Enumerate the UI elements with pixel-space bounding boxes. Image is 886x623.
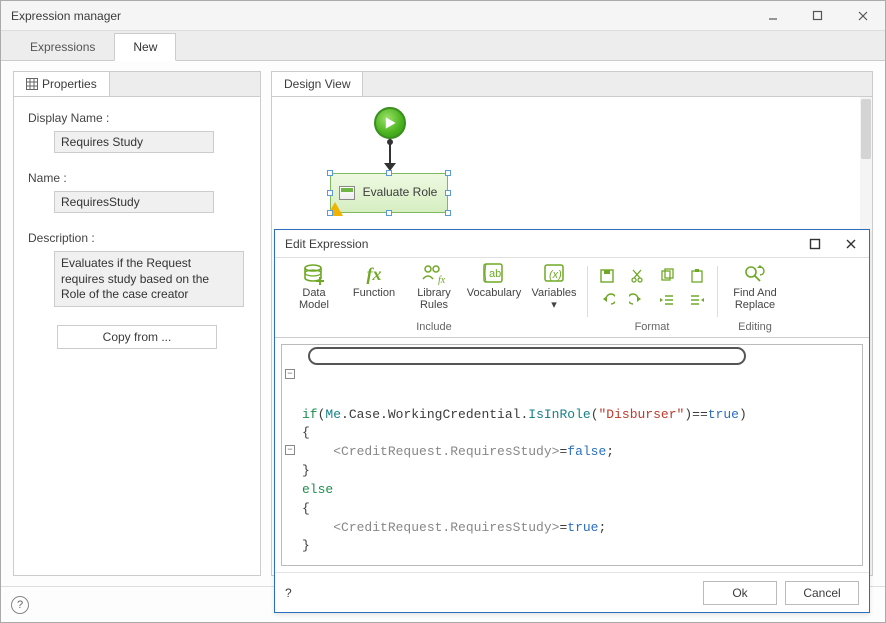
name-input[interactable]: RequiresStudy bbox=[54, 191, 214, 213]
save-icon[interactable] bbox=[595, 266, 619, 286]
chevron-down-icon: ▾ bbox=[551, 299, 557, 311]
vocabulary-icon: ab bbox=[480, 262, 508, 286]
properties-tab[interactable]: Properties bbox=[14, 72, 110, 96]
maximize-button[interactable] bbox=[795, 1, 840, 30]
code-gutter: − − bbox=[282, 345, 300, 565]
window-title: Expression manager bbox=[11, 9, 121, 23]
svg-text:ab: ab bbox=[489, 268, 501, 280]
evaluate-role-node[interactable]: Evaluate Role bbox=[330, 173, 448, 213]
code-editor[interactable]: − − if(Me.Case.WorkingCredential.IsInRol… bbox=[281, 344, 863, 566]
svg-text:(x): (x) bbox=[549, 269, 562, 281]
variables-label: Variables▾ bbox=[531, 288, 576, 311]
paste-icon[interactable] bbox=[685, 266, 709, 286]
scrollbar-thumb[interactable] bbox=[861, 99, 871, 159]
start-node[interactable] bbox=[374, 107, 406, 139]
properties-panel: Properties Display Name : Requires Study… bbox=[13, 71, 261, 576]
tab-expressions[interactable]: Expressions bbox=[11, 33, 114, 60]
group-include-label: Include bbox=[416, 319, 451, 333]
description-label: Description : bbox=[28, 231, 246, 245]
function-label: Function bbox=[353, 288, 395, 300]
resize-handle[interactable] bbox=[327, 170, 333, 176]
display-name-input[interactable]: Requires Study bbox=[54, 131, 214, 153]
library-rules-label: Library Rules bbox=[409, 288, 459, 311]
outdent-icon[interactable] bbox=[655, 290, 679, 310]
close-button[interactable] bbox=[840, 1, 885, 30]
evaluate-role-label: Evaluate Role bbox=[361, 186, 439, 199]
indent-icon[interactable] bbox=[685, 290, 709, 310]
cancel-button[interactable]: Cancel bbox=[785, 581, 859, 605]
resize-handle[interactable] bbox=[327, 190, 333, 196]
highlight-ring bbox=[308, 347, 746, 365]
resize-handle[interactable] bbox=[445, 170, 451, 176]
edit-expression-dialog: Edit Expression Data Model bbox=[274, 229, 870, 613]
find-replace-label: Find And Replace bbox=[725, 288, 785, 311]
fold-toggle[interactable]: − bbox=[285, 445, 295, 455]
function-button[interactable]: fx Function bbox=[349, 262, 399, 300]
grid-icon bbox=[26, 78, 38, 90]
find-replace-button[interactable]: Find And Replace bbox=[725, 262, 785, 311]
properties-tab-label: Properties bbox=[42, 77, 97, 91]
fold-toggle[interactable]: − bbox=[285, 369, 295, 379]
resize-handle[interactable] bbox=[386, 210, 392, 216]
people-fx-icon: fx bbox=[420, 262, 448, 286]
group-editing-label: Editing bbox=[738, 319, 772, 333]
name-label: Name : bbox=[28, 171, 246, 185]
ok-button[interactable]: Ok bbox=[703, 581, 777, 605]
vocabulary-label: Vocabulary bbox=[467, 288, 521, 300]
resize-handle[interactable] bbox=[386, 170, 392, 176]
fx-icon: fx bbox=[360, 262, 388, 286]
resize-handle[interactable] bbox=[445, 190, 451, 196]
tab-new[interactable]: New bbox=[114, 33, 176, 61]
data-model-button[interactable]: Data Model bbox=[289, 262, 339, 311]
variables-button[interactable]: (x) Variables▾ bbox=[529, 262, 579, 311]
main-window: Expression manager Expressions New bbox=[0, 0, 886, 623]
dialog-close-button[interactable] bbox=[833, 230, 869, 257]
undo-icon[interactable] bbox=[595, 290, 619, 310]
copy-from-button[interactable]: Copy from ... bbox=[57, 325, 217, 349]
tabstrip: Expressions New bbox=[1, 31, 885, 61]
resize-handle[interactable] bbox=[327, 210, 333, 216]
help-icon[interactable]: ? bbox=[11, 596, 29, 614]
design-view-tab[interactable]: Design View bbox=[272, 72, 363, 96]
data-model-label: Data Model bbox=[289, 288, 339, 311]
display-name-label: Display Name : bbox=[28, 111, 246, 125]
library-rules-button[interactable]: fx Library Rules bbox=[409, 262, 459, 311]
titlebar: Expression manager bbox=[1, 1, 885, 31]
dialog-help-icon[interactable]: ? bbox=[285, 586, 292, 600]
dialog-title: Edit Expression bbox=[285, 237, 368, 251]
minimize-button[interactable] bbox=[750, 1, 795, 30]
cut-icon[interactable] bbox=[625, 266, 649, 286]
description-input[interactable]: Evaluates if the Request requires study … bbox=[54, 251, 244, 307]
dialog-maximize-button[interactable] bbox=[797, 230, 833, 257]
dialog-ribbon: Data Model fx Function fx Library Rules bbox=[275, 258, 869, 338]
copy-icon[interactable] bbox=[655, 266, 679, 286]
form-icon bbox=[339, 186, 355, 200]
group-format-label: Format bbox=[635, 319, 670, 333]
variables-icon: (x) bbox=[540, 262, 568, 286]
find-replace-icon bbox=[741, 262, 769, 286]
redo-icon[interactable] bbox=[625, 290, 649, 310]
resize-handle[interactable] bbox=[445, 210, 451, 216]
database-icon bbox=[300, 262, 328, 286]
svg-text:fx: fx bbox=[438, 275, 446, 285]
vocabulary-button[interactable]: ab Vocabulary bbox=[469, 262, 519, 300]
